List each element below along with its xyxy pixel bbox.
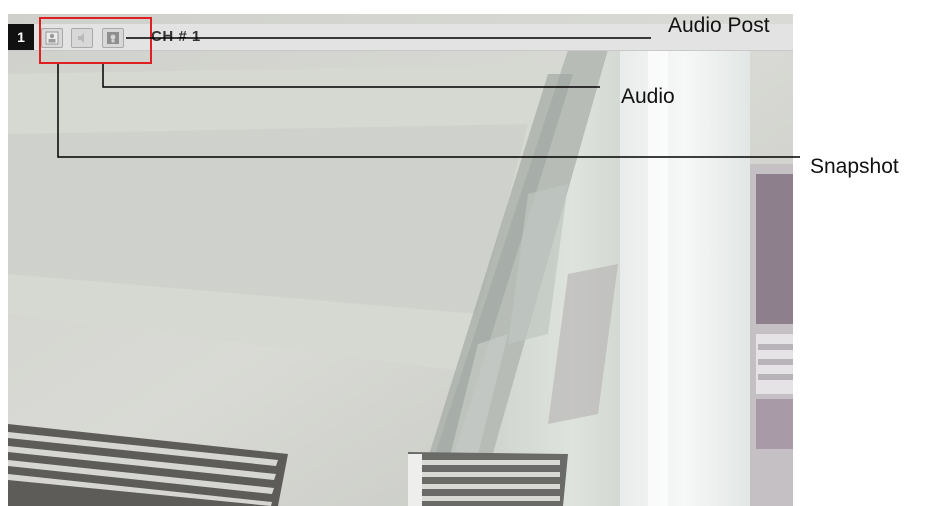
camera-feed-image: [8, 14, 793, 506]
channel-label: CH # 1: [151, 28, 201, 45]
audio-callout-label: Audio: [621, 85, 675, 108]
camera-view[interactable]: 1 CH # 1: [8, 14, 793, 506]
snapshot-callout-label: Snapshot: [810, 155, 899, 178]
channel-number-badge: 1: [8, 24, 34, 50]
audio-post-callout-label: Audio Post: [668, 14, 770, 37]
controls-highlight-box: [39, 17, 152, 64]
